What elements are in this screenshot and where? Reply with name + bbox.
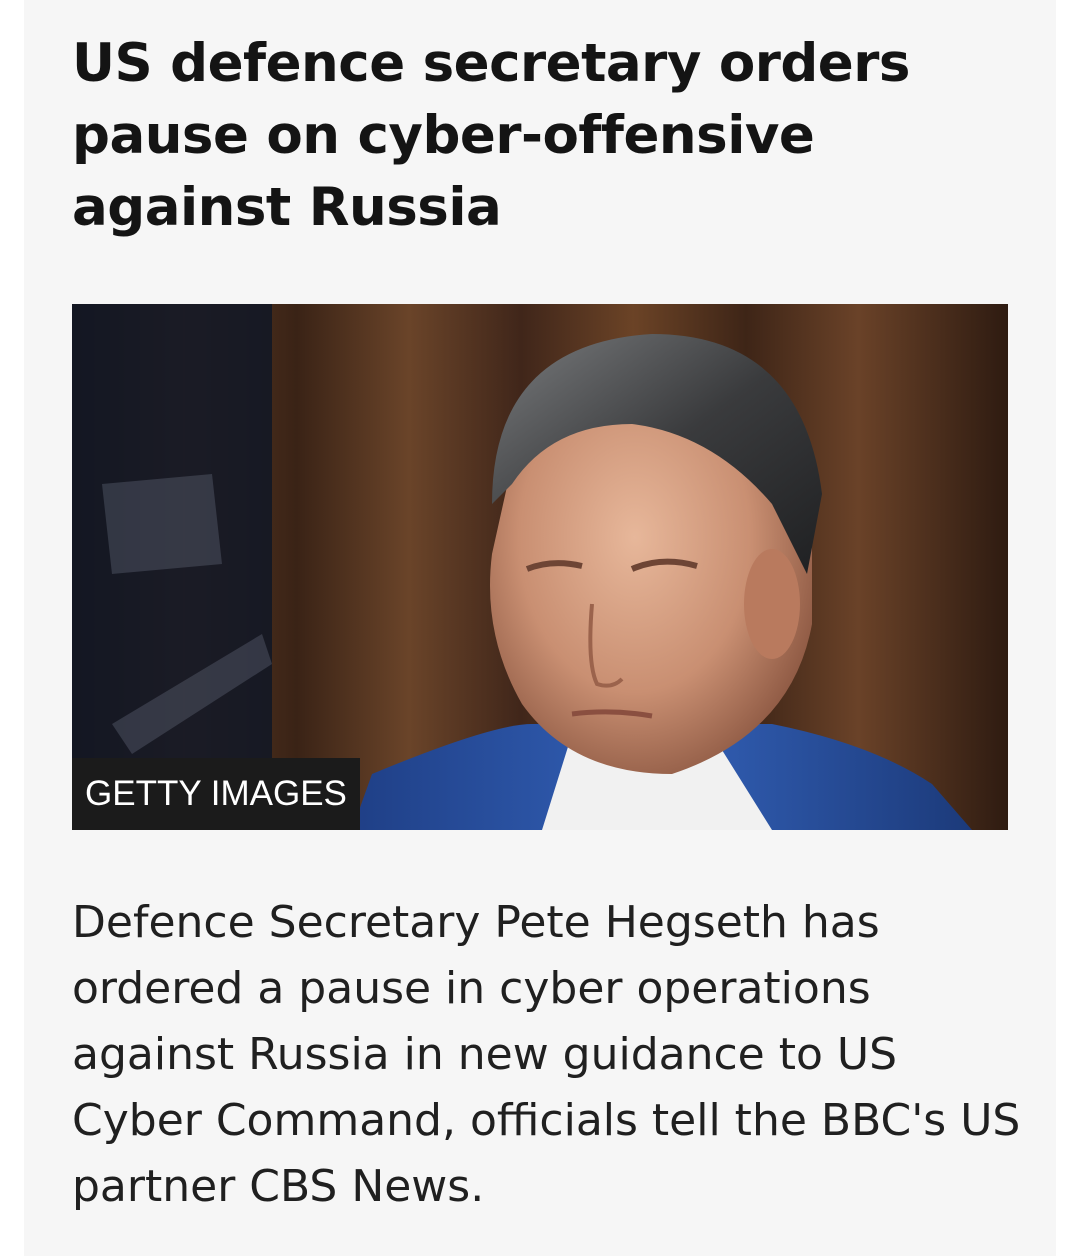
article-headline[interactable]: US defence secretary orders pause on cyb… [72, 28, 1022, 244]
article-card[interactable]: US defence secretary orders pause on cyb… [24, 0, 1056, 1256]
article-summary[interactable]: Defence Secretary Pete Hegseth has order… [72, 890, 1032, 1220]
image-credit-label: GETTY IMAGES [72, 758, 360, 830]
article-image[interactable]: GETTY IMAGES [72, 304, 1008, 830]
portrait-photo [72, 304, 1008, 830]
